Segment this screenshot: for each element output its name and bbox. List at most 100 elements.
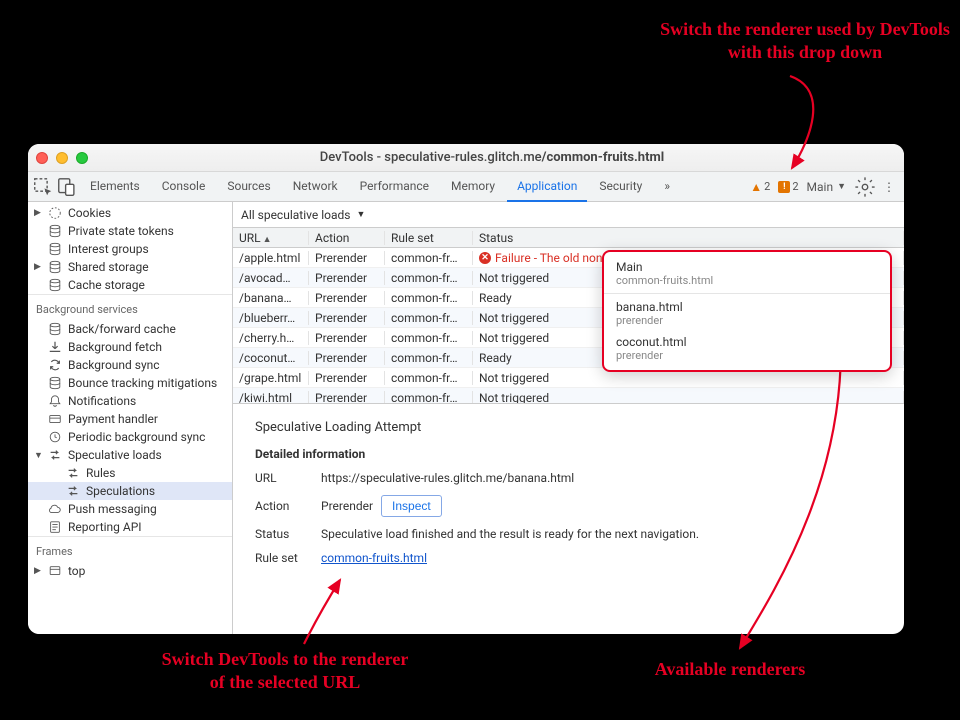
sidebar-item-label: Interest groups (68, 242, 149, 256)
tab-performance[interactable]: Performance (350, 172, 439, 202)
sidebar-item-label: Cache storage (68, 278, 145, 292)
chevron-icon: ▶ (34, 566, 41, 576)
sidebar-item-private-state-tokens[interactable]: Private state tokens (28, 222, 232, 240)
issues-badge[interactable]: !2 (778, 180, 798, 193)
col-ruleset[interactable]: Rule set (385, 231, 473, 245)
swap-icon (66, 484, 80, 498)
db-icon (48, 224, 62, 238)
device-toolbar-icon[interactable] (56, 176, 78, 198)
renderer-option-subtitle: prerender (616, 314, 878, 327)
cell-status: Not triggered (473, 371, 904, 385)
annotation-bottom-right: Available renderers (620, 658, 840, 681)
sidebar-section-background: Background services (28, 294, 232, 320)
zoom-window-button[interactable] (76, 152, 88, 164)
sidebar-item-push-messaging[interactable]: Push messaging (28, 500, 232, 518)
speculations-filter[interactable]: All speculative loads▼ (233, 202, 904, 228)
sidebar-item-label: Push messaging (68, 502, 157, 516)
sidebar-item-label: Payment handler (68, 412, 158, 426)
sidebar-item-interest-groups[interactable]: Interest groups (28, 240, 232, 258)
sidebar-item-label: Bounce tracking mitigations (68, 376, 217, 390)
cell-ruleset: common-fr… (385, 251, 473, 265)
renderer-selector[interactable]: Main▼ (801, 178, 852, 196)
sidebar-item-label: Notifications (68, 394, 136, 408)
cell-action: Prerender (309, 331, 385, 345)
window-controls (36, 152, 88, 164)
renderer-option-subtitle: common-fruits.html (616, 274, 878, 287)
sidebar-item-top[interactable]: ▶top (28, 562, 232, 580)
application-sidebar: ▶CookiesPrivate state tokensInterest gro… (28, 202, 233, 634)
inspect-button[interactable]: Inspect (381, 495, 442, 517)
tab-elements[interactable]: Elements (80, 172, 150, 202)
sidebar-item-cache-storage[interactable]: Cache storage (28, 276, 232, 294)
cell-ruleset: common-fr… (385, 291, 473, 305)
annotation-top: Switch the renderer used by DevTools wit… (660, 18, 950, 63)
db-icon (48, 278, 62, 292)
detail-status-value: Speculative load finished and the result… (321, 527, 699, 541)
minimize-window-button[interactable] (56, 152, 68, 164)
cell-ruleset: common-fr… (385, 331, 473, 345)
renderer-option[interactable]: coconut.htmlprerender (604, 331, 890, 366)
chevron-icon: ▼ (34, 450, 43, 461)
sidebar-item-background-fetch[interactable]: Background fetch (28, 338, 232, 356)
annotation-bottom-left: Switch DevTools to the renderer of the s… (155, 648, 415, 693)
col-action[interactable]: Action (309, 231, 385, 245)
cell-url: /blueberr… (233, 311, 309, 325)
cell-action: Prerender (309, 271, 385, 285)
table-row[interactable]: /kiwi.htmlPrerendercommon-fr…Not trigger… (233, 388, 904, 403)
sidebar-item-rules[interactable]: Rules (28, 464, 232, 482)
warning-icon: ▲ (750, 180, 762, 194)
sidebar-item-label: Cookies (68, 206, 111, 220)
sidebar-item-label: Rules (86, 466, 115, 480)
sidebar-item-bounce-tracking-mitigations[interactable]: Bounce tracking mitigations (28, 374, 232, 392)
renderer-option-title: banana.html (616, 300, 878, 314)
sidebar-item-label: Reporting API (68, 520, 142, 534)
table-header: URL▲ Action Rule set Status (233, 228, 904, 248)
issues-icon: ! (778, 181, 790, 193)
renderer-option[interactable]: banana.htmlprerender (604, 296, 890, 331)
cell-ruleset: common-fr… (385, 351, 473, 365)
detail-ruleset-link[interactable]: common-fruits.html (321, 551, 427, 565)
sidebar-item-speculations[interactable]: Speculations (28, 482, 232, 500)
sidebar-item-reporting-api[interactable]: Reporting API (28, 518, 232, 536)
gear-icon[interactable] (854, 176, 876, 198)
tab-sources[interactable]: Sources (217, 172, 280, 202)
close-window-button[interactable] (36, 152, 48, 164)
sidebar-item-periodic-background-sync[interactable]: Periodic background sync (28, 428, 232, 446)
col-url[interactable]: URL▲ (233, 231, 309, 245)
window-titlebar: DevTools - speculative-rules.glitch.me/c… (28, 144, 904, 172)
cell-action: Prerender (309, 371, 385, 385)
cell-url: /banana… (233, 291, 309, 305)
tabs-overflow[interactable]: » (654, 172, 680, 202)
tab-memory[interactable]: Memory (441, 172, 505, 202)
renderer-option-title: coconut.html (616, 335, 878, 349)
clock-icon (48, 430, 62, 444)
renderer-option[interactable]: Maincommon-fruits.html (604, 256, 890, 291)
tab-console[interactable]: Console (152, 172, 216, 202)
sidebar-item-notifications[interactable]: Notifications (28, 392, 232, 410)
sync-icon (48, 358, 62, 372)
cell-ruleset: common-fr… (385, 311, 473, 325)
sidebar-item-speculative-loads[interactable]: ▼Speculative loads (28, 446, 232, 464)
sidebar-item-label: Back/forward cache (68, 322, 176, 336)
window-title: DevTools - speculative-rules.glitch.me/c… (88, 150, 896, 165)
sidebar-item-payment-handler[interactable]: Payment handler (28, 410, 232, 428)
cell-url: /coconut… (233, 351, 309, 365)
tab-network[interactable]: Network (283, 172, 348, 202)
sidebar-item-back-forward-cache[interactable]: Back/forward cache (28, 320, 232, 338)
detail-title: Speculative Loading Attempt (255, 420, 888, 435)
kebab-menu-icon[interactable]: ⋮ (878, 176, 900, 198)
detail-url-label: URL (255, 471, 313, 485)
inspect-icon[interactable] (32, 176, 54, 198)
tab-security[interactable]: Security (589, 172, 652, 202)
warnings-badge[interactable]: ▲2 (750, 180, 770, 194)
cell-action: Prerender (309, 251, 385, 265)
sidebar-item-label: Speculations (86, 484, 155, 498)
sidebar-item-shared-storage[interactable]: ▶Shared storage (28, 258, 232, 276)
col-status[interactable]: Status (473, 231, 904, 245)
sidebar-item-cookies[interactable]: ▶Cookies (28, 204, 232, 222)
tab-application[interactable]: Application (507, 172, 587, 202)
cell-ruleset: common-fr… (385, 271, 473, 285)
sidebar-item-label: Private state tokens (68, 224, 174, 238)
sidebar-item-label: Shared storage (68, 260, 149, 274)
sidebar-item-background-sync[interactable]: Background sync (28, 356, 232, 374)
